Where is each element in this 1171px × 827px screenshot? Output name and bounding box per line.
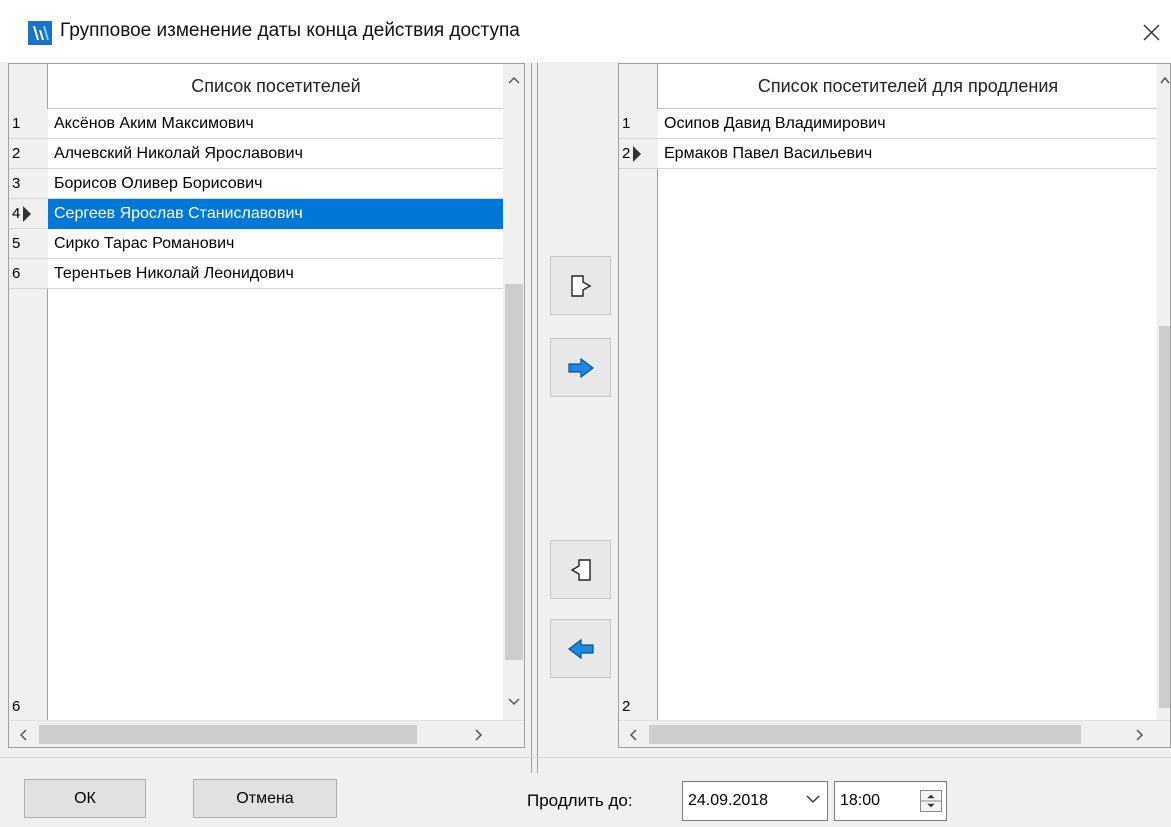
cancel-button[interactable]: Отмена [193, 779, 337, 818]
move-all-left-icon [570, 558, 591, 581]
move-all-left-button[interactable] [550, 540, 611, 599]
spinner-icon[interactable] [920, 790, 942, 812]
list-item[interactable]: Аксёнов Аким Максимович [48, 109, 504, 139]
visitors-list-grid[interactable]: Список посетителей 1 Аксёнов Аким Максим… [8, 63, 525, 748]
list-item[interactable]: Борисов Оливер Борисович [48, 169, 504, 199]
horizontal-scrollbar[interactable] [9, 720, 524, 747]
row-number: 2 [622, 145, 631, 162]
extension-list-header[interactable]: Список посетителей для продления [658, 64, 1158, 109]
window-title: Групповое изменение даты конца действия … [60, 20, 520, 41]
row-number: 2 [9, 139, 48, 169]
scrollbar-thumb[interactable] [649, 725, 1081, 744]
date-value: 24.09.2018 [688, 792, 769, 809]
current-row-pointer-icon [23, 205, 32, 222]
chevron-down-icon[interactable] [806, 794, 820, 804]
scrollbar-thumb[interactable] [1159, 326, 1170, 708]
scroll-up-icon[interactable] [1160, 76, 1170, 84]
move-right-arrow-icon [567, 357, 594, 378]
horizontal-scrollbar[interactable] [619, 720, 1170, 747]
scroll-right-icon[interactable] [1136, 729, 1144, 741]
scroll-left-icon[interactable] [629, 729, 637, 741]
list-item[interactable]: Алчевский Николай Ярославович [48, 139, 504, 169]
row-number: 5 [9, 229, 48, 259]
vertical-scrollbar[interactable] [503, 64, 524, 721]
extension-list-grid[interactable]: Список посетителей для продления 1 Осипо… [618, 63, 1171, 748]
list-item[interactable]: Сирко Тарас Романович [48, 229, 504, 259]
scroll-right-icon[interactable] [475, 729, 483, 741]
extend-until-label: Продлить до: [527, 791, 633, 810]
visitors-list-header[interactable]: Список посетителей [48, 64, 504, 109]
move-all-right-icon [570, 274, 591, 297]
row-number: 1 [9, 109, 48, 139]
footer-divider [0, 757, 1171, 758]
move-all-right-button[interactable] [550, 256, 611, 315]
move-left-button[interactable] [550, 619, 611, 678]
time-value: 18:00 [840, 792, 881, 809]
current-row-pointer-icon [633, 145, 642, 162]
row-count: 6 [12, 697, 21, 715]
close-icon[interactable] [1132, 12, 1171, 52]
list-item-selected[interactable]: Сергеев Ярослав Станиславович [48, 199, 504, 229]
panel-splitter[interactable] [531, 63, 538, 773]
row-number: 3 [9, 169, 48, 199]
move-right-button[interactable] [550, 338, 611, 397]
list-item[interactable]: Терентьев Николай Леонидович [48, 259, 504, 289]
scroll-up-icon[interactable] [508, 76, 520, 84]
date-picker[interactable]: 24.09.2018 [682, 781, 828, 821]
row-number: 4 [12, 205, 21, 222]
scroll-left-icon[interactable] [19, 729, 27, 741]
move-left-arrow-icon [567, 638, 594, 659]
row-count: 2 [622, 697, 631, 715]
row-number: 1 [619, 109, 658, 139]
vertical-scrollbar[interactable] [1157, 64, 1170, 721]
list-item[interactable]: Осипов Давид Владимирович [658, 109, 1158, 139]
ok-button[interactable]: ОК [24, 779, 146, 818]
row-number-current: 4 [9, 199, 48, 229]
scrollbar-thumb[interactable] [505, 284, 523, 660]
list-item[interactable]: Ермаков Павел Васильевич [658, 139, 1158, 169]
title-bar: Групповое изменение даты конца действия … [0, 0, 1171, 62]
scroll-down-icon[interactable] [508, 698, 520, 706]
row-number-current: 2 [619, 139, 658, 169]
scrollbar-thumb[interactable] [39, 725, 417, 744]
access-app-icon [28, 21, 52, 45]
row-number: 6 [9, 259, 48, 289]
time-picker[interactable]: 18:00 [834, 781, 947, 821]
